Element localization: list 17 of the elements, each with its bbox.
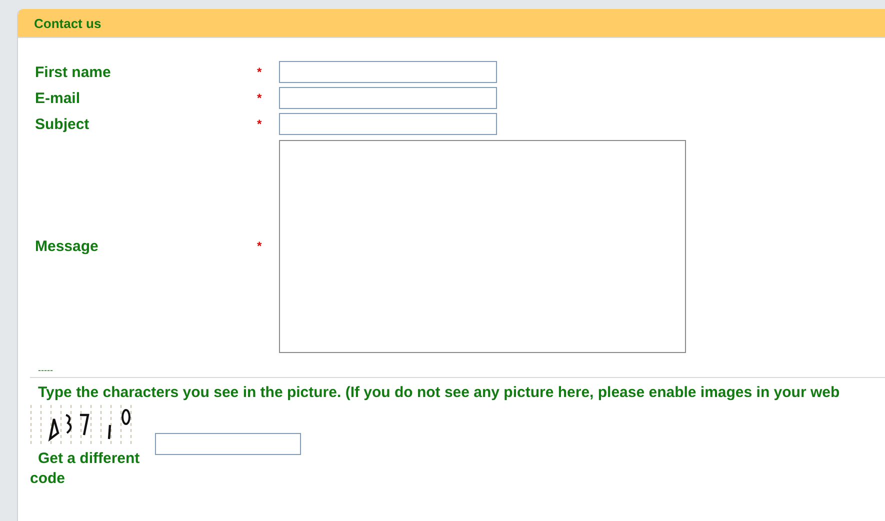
captcha-instruction: Type the characters you see in the picture. (If you do not see any picture here, please enable images in your web [38,384,841,401]
input-field[interactable] [279,61,497,83]
required-mark: * [257,91,263,105]
field-label: Message [35,238,100,254]
captcha-field[interactable] [155,433,301,455]
input-field[interactable] [279,87,497,109]
panel-title: Contact us [34,16,102,30]
required-mark: * [257,65,263,79]
input-field[interactable] [279,113,497,135]
field-label: Subject [35,116,90,132]
field-label: First name [35,64,112,80]
field-label: E-mail [35,90,82,106]
required-mark: * [257,117,263,131]
required-mark: * [257,239,263,253]
refresh-code-link[interactable]: Get a different code [30,449,155,489]
message-field[interactable] [279,140,686,352]
separator-text: ----- [38,365,53,375]
